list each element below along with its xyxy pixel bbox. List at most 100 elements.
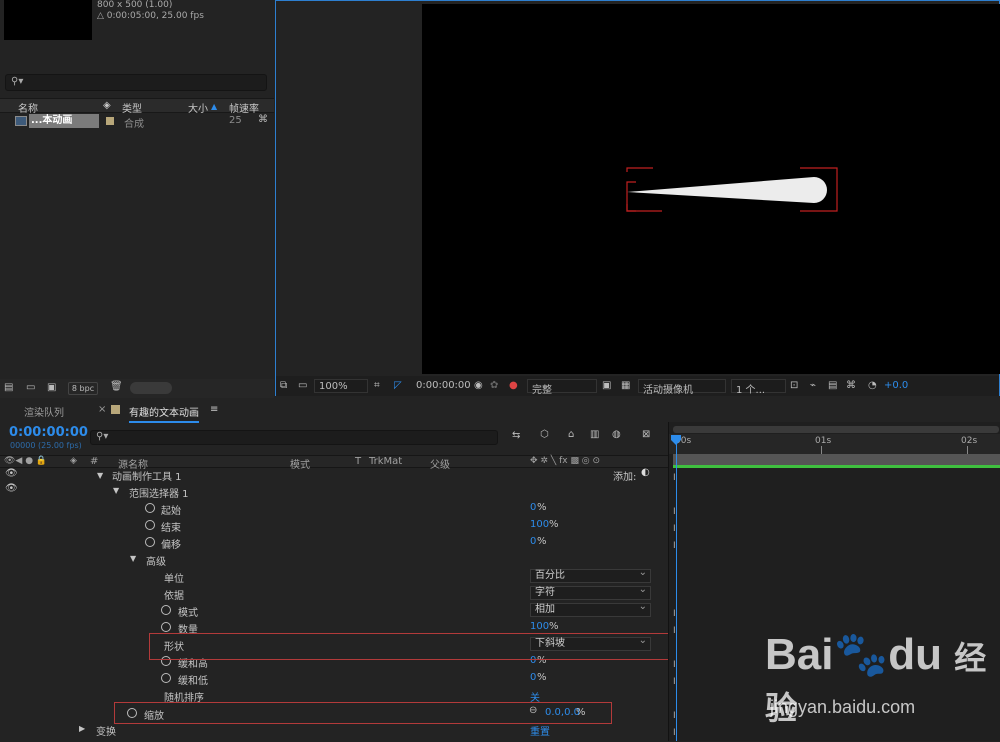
frame-blending-icon[interactable]: ▥ [590,429,599,440]
tab-render-queue[interactable]: 渲染队列 [24,404,64,419]
monitor-icon[interactable]: ▭ [298,380,307,391]
current-time[interactable]: 0:00:00:00 [9,425,88,440]
row-label: 依据 [164,591,184,602]
transparency-grid-icon[interactable]: ▦ [621,380,630,391]
draft-3d-icon[interactable]: ⬡ [540,429,549,440]
motion-blur-icon[interactable]: ◍ [612,429,621,440]
current-time-indicator[interactable] [676,439,677,741]
bpc-button[interactable]: 8 bpc [68,382,98,395]
flowchart-icon[interactable]: ⌘ [258,114,268,125]
label-color [106,117,114,125]
toggle-pixel-icon[interactable]: ⊡ [790,380,798,391]
panel-menu-icon[interactable]: ≡ [210,404,218,415]
ruler-tick-1 [821,446,822,454]
stopwatch-icon[interactable] [161,605,171,615]
unit: % [549,519,559,530]
comp-info: 800 x 500 (1.00) △ 0:00:05:00, 25.00 fps [97,0,204,22]
region-of-interest-icon[interactable]: ◸ [394,380,402,391]
col-t: T [355,456,362,467]
value[interactable]: 100 [530,519,549,530]
value[interactable]: 0 [530,536,536,547]
expand-arrow-icon[interactable]: ▼ [97,471,103,480]
item-name: ...本动画 [29,114,99,128]
value[interactable]: 100 [530,621,549,632]
property-row-based-on[interactable]: 依据 字符 [0,584,668,602]
value[interactable]: 0 [530,672,536,683]
project-search-input[interactable]: ⚲▾ [5,74,267,91]
project-item-row[interactable]: ...本动画 合成 25 ⌘ [0,114,274,130]
expand-arrow-icon[interactable]: ▶ [79,724,85,733]
toggle-mask-icon[interactable]: ▣ [602,380,611,391]
color-channel-icon[interactable]: ● [509,380,518,391]
property-row-start[interactable]: 起始 0 % [0,500,668,517]
viewer-timecode[interactable]: 0:00:00:00 [416,380,471,391]
col-type[interactable]: 类型 [122,100,142,115]
property-row-range-selector[interactable]: 👁 ▼ 范围选择器 1 [0,483,668,500]
camera-select[interactable]: 活动摄像机 [638,379,726,396]
mode-select[interactable]: 相加 [530,601,651,617]
trash-icon[interactable]: 🗑 [110,381,123,392]
quality-select[interactable]: 完整 [527,379,597,396]
always-preview-icon[interactable]: ⧉ [280,380,287,391]
timeline-icon[interactable]: ▤ [828,380,837,391]
item-fps: 25 [229,115,242,126]
highlight-shape-row [149,633,669,660]
composition-canvas[interactable] [422,4,1000,374]
label-tag-icon[interactable]: ◈ [70,456,77,466]
new-folder-icon[interactable]: ▭ [26,382,35,393]
close-icon[interactable]: × [98,404,106,415]
stopwatch-icon[interactable] [161,673,171,683]
property-row-units[interactable]: 单位 百分比 [0,567,668,585]
work-area-bar[interactable] [673,426,999,433]
layer-search-input[interactable]: ⚲▾ [90,430,498,445]
row-label: 结束 [161,523,181,534]
switches-icons[interactable]: ✥ ✲ ╲ fx ▩ ◎ ⊙ [530,456,600,466]
property-row-ease-low[interactable]: 缓和低 0 % [0,670,668,687]
highlight-scale-row [114,702,612,724]
visibility-eye-icon[interactable]: 👁 [5,468,18,479]
visibility-eye-icon[interactable]: 👁 [5,483,18,494]
zoom-select[interactable]: 100% [314,379,368,393]
stopwatch-icon[interactable] [145,520,155,530]
property-row-offset[interactable]: 偏移 0 % [0,534,668,551]
watermark-url: jingyan.baidu.com [770,697,916,717]
graph-editor-icon[interactable]: ⊠ [642,429,650,440]
row-label: 偏移 [161,540,181,551]
property-row-mode[interactable]: 模式 相加 [0,601,668,619]
stopwatch-icon[interactable] [145,503,155,513]
new-comp-icon[interactable]: ▣ [47,382,56,393]
property-row-end[interactable]: 结束 100 % [0,517,668,534]
expand-arrow-icon[interactable]: ▼ [130,554,136,563]
views-select[interactable]: 1 个... [731,379,786,396]
reset-link[interactable]: 重置 [530,723,550,738]
show-snapshot-icon[interactable]: ✿ [490,380,498,391]
stopwatch-icon[interactable] [145,537,155,547]
expand-arrow-icon[interactable]: ▼ [113,486,119,495]
property-row-advanced[interactable]: ▼ 高级 [0,551,668,568]
stopwatch-icon[interactable] [161,622,171,632]
value[interactable]: 0 [530,502,536,513]
composition-viewer[interactable]: ⧉ ▭ 100% ⌗ ◸ 0:00:00:00 ◉ ✿ ● 完整 ▣ ▦ 活动摄… [275,0,1000,396]
interpret-footage-icon[interactable]: ▤ [4,382,13,393]
snapshot-icon[interactable]: ◉ [474,380,483,391]
time-ruler[interactable]: 00s 01s 02s [669,434,1000,454]
col-name[interactable]: 名称 [18,100,38,115]
thumbnail-slider[interactable] [130,382,172,394]
resolution-icon[interactable]: ⌗ [374,380,380,391]
fast-preview-icon[interactable]: ⌁ [810,380,816,391]
based-on-select[interactable]: 字符 [530,584,651,600]
composition-mini-flowchart-icon[interactable]: ⇆ [512,430,520,441]
label-tag-icon[interactable]: ◈ [103,100,111,111]
col-size[interactable]: 大小 [188,100,208,115]
sort-up-icon: ▲ [211,102,218,111]
av-features-icons[interactable]: 👁◀ ● 🔒 [4,456,47,466]
col-fps[interactable]: 帧速率 [229,100,259,115]
add-menu-icon[interactable]: ◐ [641,467,650,478]
units-select[interactable]: 百分比 [530,567,651,583]
reset-exposure-icon[interactable]: ◔ [868,380,877,391]
shy-layers-icon[interactable]: ⌂ [568,429,574,440]
exposure-value[interactable]: +0.0 [884,380,908,391]
flowchart-icon[interactable]: ⌘ [846,380,856,391]
tab-comp[interactable]: 有趣的文本动画 [129,404,199,423]
col-trkmat[interactable]: TrkMat [369,456,402,467]
